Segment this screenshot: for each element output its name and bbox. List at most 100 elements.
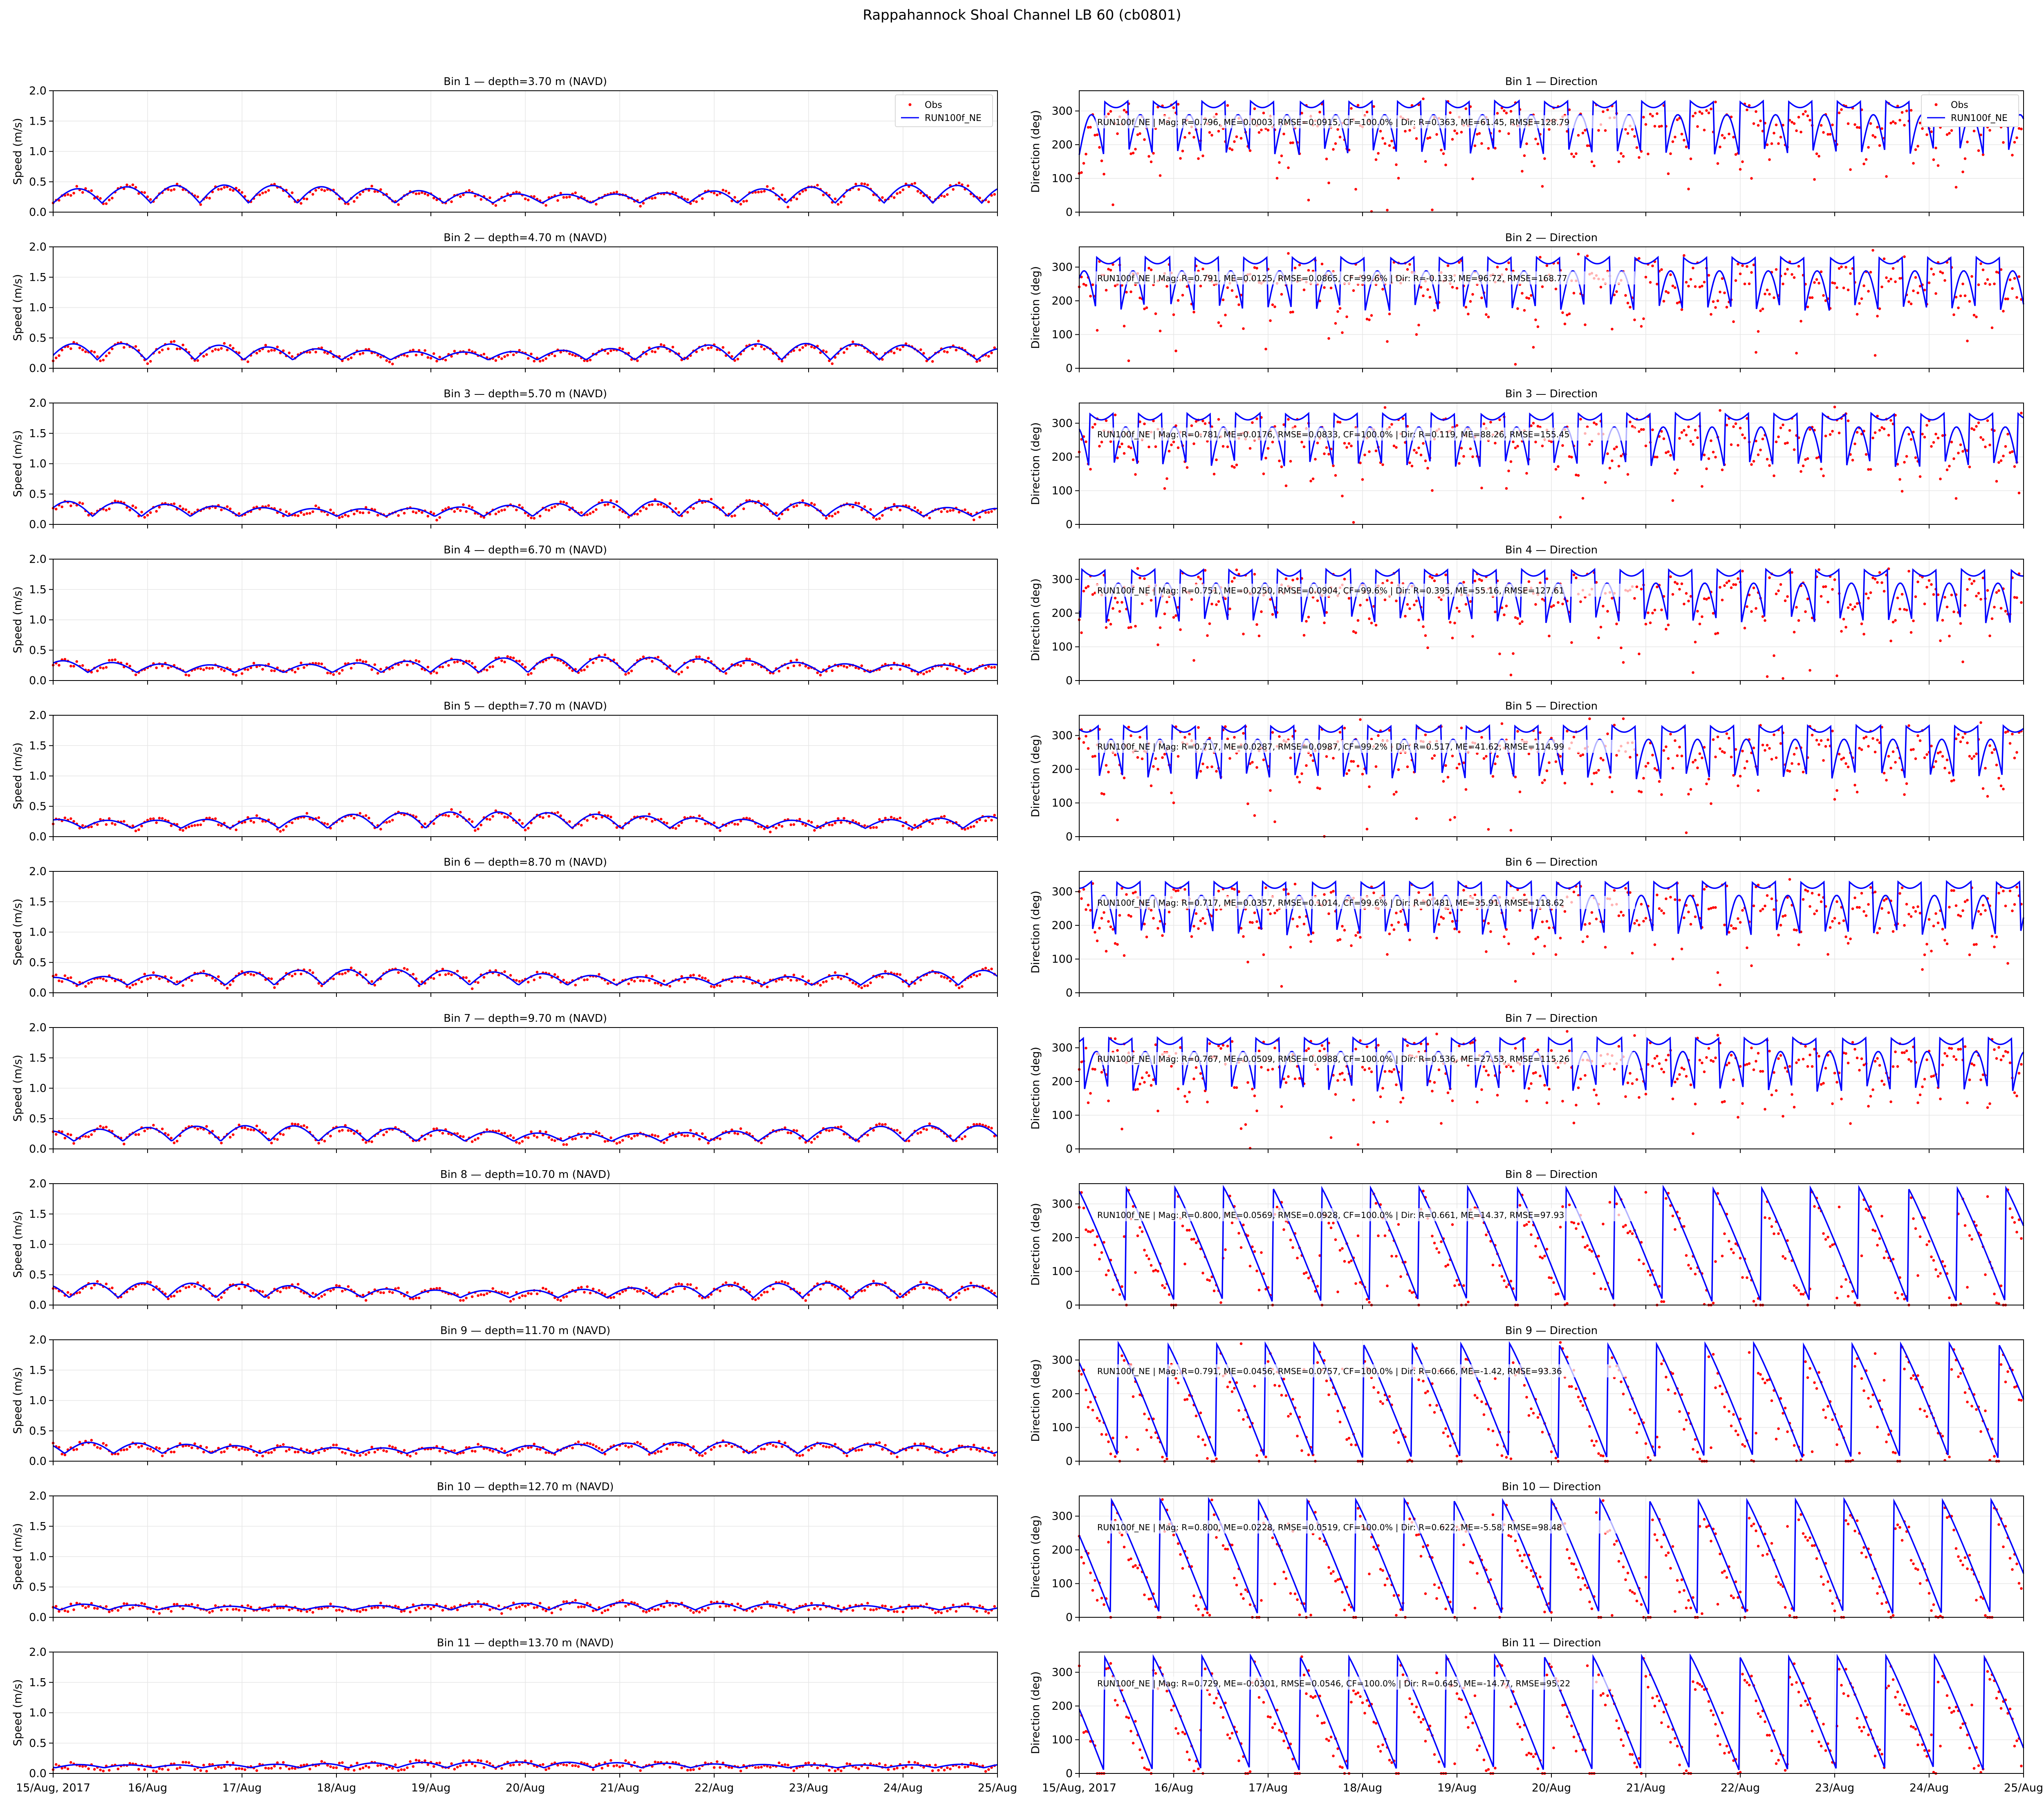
obs-point (518, 660, 521, 663)
y-tick-label: 1.0 (29, 770, 47, 783)
obs-point (1705, 109, 1708, 112)
obs-point (937, 1610, 940, 1613)
obs-point (344, 1768, 347, 1771)
obs-point (93, 351, 96, 354)
obs-point (105, 1283, 108, 1285)
obs-point (1973, 314, 1976, 317)
obs-point (917, 1132, 919, 1135)
obs-point (919, 978, 922, 981)
obs-point (1433, 309, 1436, 312)
obs-point (1197, 157, 1200, 160)
obs-point (645, 507, 648, 510)
obs-point (796, 1129, 798, 1132)
y-tick-label: 2.0 (29, 865, 47, 878)
y-tick-label: 1.5 (29, 1520, 47, 1533)
obs-point (341, 1290, 344, 1293)
obs-point (223, 342, 226, 345)
obs-point (474, 829, 477, 832)
obs-point (388, 1444, 391, 1447)
obs-point (1159, 174, 1162, 177)
obs-point (1577, 253, 1580, 255)
y-tick-label: 100 (1051, 329, 1073, 341)
obs-point (751, 982, 754, 985)
obs-point (140, 981, 143, 983)
obs-point (1325, 158, 1328, 161)
obs-point (1703, 281, 1706, 284)
obs-point (1181, 150, 1184, 152)
obs-point (264, 191, 267, 194)
obs-point (518, 1605, 521, 1608)
direction-ylabel: Direction (deg) (1029, 266, 1042, 349)
obs-point (807, 1608, 810, 1611)
obs-point (161, 817, 164, 820)
obs-point (592, 661, 595, 664)
obs-point (819, 674, 822, 676)
obs-point (256, 1454, 258, 1457)
obs-point (663, 1605, 666, 1608)
obs-point (155, 510, 158, 513)
obs-point (595, 203, 598, 206)
obs-point (772, 187, 775, 190)
obs-point (509, 1134, 512, 1137)
obs-point (444, 973, 447, 976)
y-tick-label: 1.0 (29, 1238, 47, 1251)
stats-annotation: RUN100f_NE | Mag: R=0.796, ME=0.0003, RM… (1097, 117, 1570, 128)
obs-point (217, 348, 220, 351)
obs-point (565, 1764, 568, 1767)
obs-point (87, 1135, 90, 1138)
obs-point (866, 1766, 869, 1769)
obs-point (483, 353, 486, 356)
obs-point (822, 1445, 825, 1448)
obs-point (583, 669, 586, 672)
y-tick-label: 300 (1051, 105, 1073, 118)
obs-point (828, 1129, 831, 1132)
obs-point (211, 350, 214, 353)
obs-point (854, 1449, 857, 1452)
obs-point (1217, 321, 1220, 324)
obs-point (96, 1446, 99, 1449)
obs-point (188, 1761, 191, 1764)
obs-point (793, 665, 796, 667)
obs-point (725, 672, 728, 675)
obs-point (317, 1142, 320, 1145)
obs-point (412, 1765, 415, 1768)
obs-point (247, 360, 249, 363)
obs-point (1878, 144, 1881, 147)
obs-point (831, 1128, 834, 1131)
obs-point (1179, 157, 1182, 160)
obs-point (1226, 104, 1229, 107)
obs-point (232, 1762, 235, 1764)
obs-point (651, 197, 654, 200)
obs-point (433, 977, 435, 980)
obs-point (689, 974, 692, 977)
obs-point (1903, 255, 1906, 258)
obs-point (831, 363, 834, 365)
obs-point (1959, 295, 1962, 298)
obs-point (291, 822, 294, 824)
obs-point (117, 1453, 120, 1455)
obs-point (220, 347, 223, 350)
obs-point (571, 1764, 574, 1767)
obs-point (1282, 133, 1285, 136)
obs-point (61, 980, 63, 983)
obs-point (1534, 318, 1537, 321)
obs-point (798, 349, 801, 351)
obs-point (370, 1446, 373, 1449)
obs-point (1215, 113, 1218, 116)
obs-point (987, 1768, 990, 1771)
obs-point (987, 1612, 990, 1614)
obs-point (554, 973, 556, 976)
obs-point (273, 1765, 276, 1768)
obs-point (1332, 148, 1335, 151)
obs-point (309, 1768, 312, 1771)
obs-point (238, 512, 241, 515)
obs-point (179, 1290, 182, 1292)
obs-point (418, 192, 421, 195)
obs-point (1561, 311, 1564, 314)
obs-point (220, 508, 223, 511)
obs-point (158, 1612, 161, 1615)
obs-point (382, 1449, 385, 1452)
obs-point (303, 513, 305, 516)
obs-point (486, 1292, 489, 1295)
obs-point (270, 1451, 273, 1454)
